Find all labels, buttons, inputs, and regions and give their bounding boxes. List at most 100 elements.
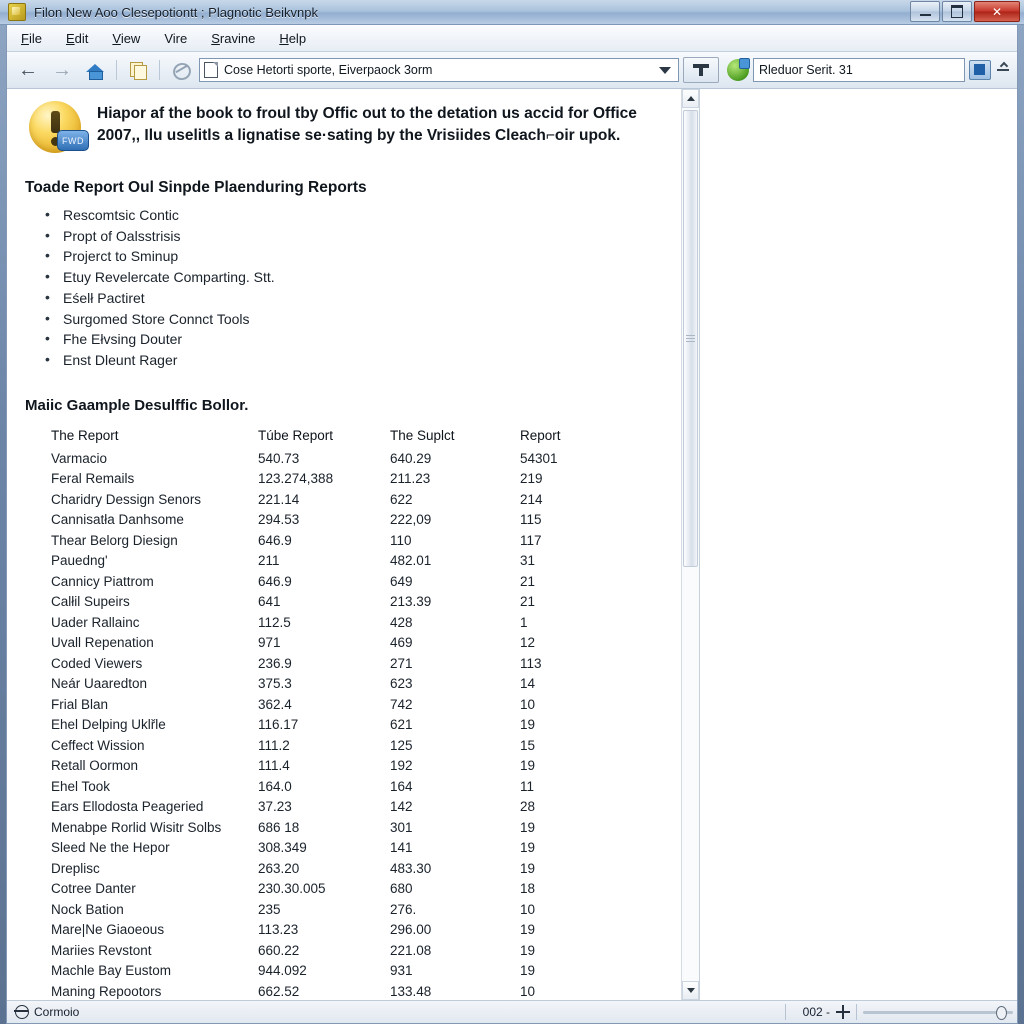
back-icon[interactable]: ←: [13, 56, 43, 84]
zoom-slider-handle[interactable]: [996, 1006, 1007, 1020]
vertical-scrollbar[interactable]: [681, 89, 699, 1000]
table-row: Nock Bation 235 276. 10: [33, 902, 673, 923]
window-badge-icon[interactable]: [969, 60, 991, 80]
toolbar-separator: [159, 60, 160, 80]
forward-icon[interactable]: →: [47, 56, 77, 84]
chevron-down-icon[interactable]: [659, 66, 671, 74]
table-cell: Calłil Supeirs: [51, 594, 130, 610]
table-cell: 375.3: [258, 676, 292, 692]
home-icon[interactable]: [81, 57, 109, 83]
scroll-up-button[interactable]: [682, 89, 699, 108]
menu-item-vire[interactable]: Vire: [164, 31, 187, 46]
table-cell: 640.29: [390, 450, 432, 466]
table-cell: Sleed Ne the Hepor: [51, 840, 170, 856]
table-cell: 28: [520, 799, 536, 815]
minimize-button[interactable]: [910, 1, 940, 22]
scrollbar-track[interactable]: [682, 108, 699, 981]
table-row: Varmacio 540.73 640.29 54301: [33, 451, 673, 472]
address-input[interactable]: Cose Hetorti sporte, Eiverpaock 3orm: [224, 63, 653, 77]
table-cell: 649: [390, 573, 413, 589]
table-cell: 125: [390, 737, 413, 753]
table-cell: 112.5: [258, 614, 291, 630]
menu-item-file[interactable]: File: [21, 31, 42, 46]
toolbar-separator: [116, 60, 117, 80]
menu-mnemonic: E: [65, 30, 75, 46]
menu-item-edit[interactable]: Edit: [66, 31, 88, 46]
app-icon: [8, 3, 26, 21]
table-button[interactable]: [683, 57, 719, 83]
scrollbar-thumb[interactable]: [683, 110, 698, 567]
table-cell: 944.092: [258, 963, 307, 979]
scroll-down-button[interactable]: [682, 981, 699, 1000]
table-cell: 221.08: [390, 942, 432, 958]
table-cell: 164: [390, 778, 413, 794]
forward-badge: FWD: [57, 130, 89, 151]
status-icon: [14, 1005, 29, 1019]
status-text: Cormoio: [34, 1005, 80, 1019]
menu-item-view[interactable]: View: [112, 31, 140, 46]
menu-label: ile: [28, 30, 42, 46]
table-row: Calłil Supeirs 641 213.39 21: [33, 594, 673, 615]
table-row: Thear Belorg Diesign 646.9 110 117: [33, 533, 673, 554]
table-cell: 469: [390, 635, 413, 651]
scrollbar-grip: [686, 335, 695, 342]
menu-item-sravine[interactable]: Sravine: [211, 31, 255, 46]
right-panel: [700, 89, 1017, 1000]
table-cell: 10: [520, 901, 536, 917]
table-cell: 12: [520, 635, 536, 651]
table-cell: 483.30: [390, 860, 432, 876]
table-cell: 235: [258, 901, 281, 917]
table-cell: Uvall Repenation: [51, 635, 154, 651]
table-cell: 164.0: [258, 778, 292, 794]
table-cell: 362.4: [258, 696, 292, 712]
table-cell: Pauedng': [51, 553, 108, 569]
table-row: Sleed Ne the Hepor 308.349 141 19: [33, 840, 673, 861]
table-cell: 623: [390, 676, 413, 692]
zoom-level: 002 -: [802, 1005, 830, 1019]
table-cell: Cannicy Piattrom: [51, 573, 154, 589]
maximize-button[interactable]: [942, 1, 972, 22]
status-separator: [785, 1004, 786, 1020]
table-cell: 221.14: [258, 491, 300, 507]
copy-icon[interactable]: [124, 57, 152, 83]
table-cell: 428: [390, 614, 413, 630]
menu-label: iew: [120, 30, 141, 46]
table-cell: Uader Rallainc: [51, 614, 140, 630]
split-icon[interactable]: [995, 59, 1011, 81]
table-cell: 271: [390, 655, 413, 671]
table-cell: 540.73: [258, 450, 300, 466]
table-row: Cotree Danter 230.30.005 680 18: [33, 881, 673, 902]
zoom-slider[interactable]: [863, 1005, 1013, 1020]
column-header-1: Túbe Report: [258, 427, 334, 443]
table-cell: 296.00: [390, 922, 432, 938]
table-cell: 10: [520, 696, 536, 712]
table-cell: 660.22: [258, 942, 300, 958]
table-cell: Mariies Revstont: [51, 942, 152, 958]
close-button[interactable]: ✕: [974, 1, 1020, 22]
table-cell: 19: [520, 942, 536, 958]
table-cell: 123.274,388: [258, 471, 334, 487]
table-row: Ceffect Wission 111.2 125 15: [33, 738, 673, 759]
table-cell: 276.: [390, 901, 417, 917]
table-row: Retall Oormon 111.4 192 19: [33, 758, 673, 779]
link-icon[interactable]: [167, 57, 195, 83]
list-item: Propt of Oalsstrisis: [23, 225, 663, 247]
search-input[interactable]: Rleduor Serit. 31: [753, 58, 965, 82]
table-cell: 236.9: [258, 655, 292, 671]
table-cell: 680: [390, 881, 413, 897]
zoom-icon[interactable]: [836, 1005, 850, 1019]
table-cell: 742: [390, 696, 413, 712]
table-cell: 110: [390, 532, 412, 548]
table-cell: 222,09: [390, 512, 432, 528]
address-bar[interactable]: Cose Hetorti sporte, Eiverpaock 3orm: [199, 58, 679, 82]
table-row: Dreplisc 263.20 483.30 19: [33, 861, 673, 882]
table-cell: Cotree Danter: [51, 881, 136, 897]
table-row: Menabpe Rorlid Wisitr Solbs 686 18 301 19: [33, 820, 673, 841]
toolbar: ← → Cose Hetorti sporte, Eiverpaock 3orm…: [7, 52, 1017, 89]
table-row: Feral Remails 123.274,388 211.23 219: [33, 471, 673, 492]
table-row: Machle Bay Eustom 944.092 931 19: [33, 963, 673, 984]
menu-item-help[interactable]: Help: [279, 31, 306, 46]
table-cell: 1: [520, 614, 528, 630]
table-cell: 19: [520, 860, 536, 876]
table-cell: 37.23: [258, 799, 292, 815]
